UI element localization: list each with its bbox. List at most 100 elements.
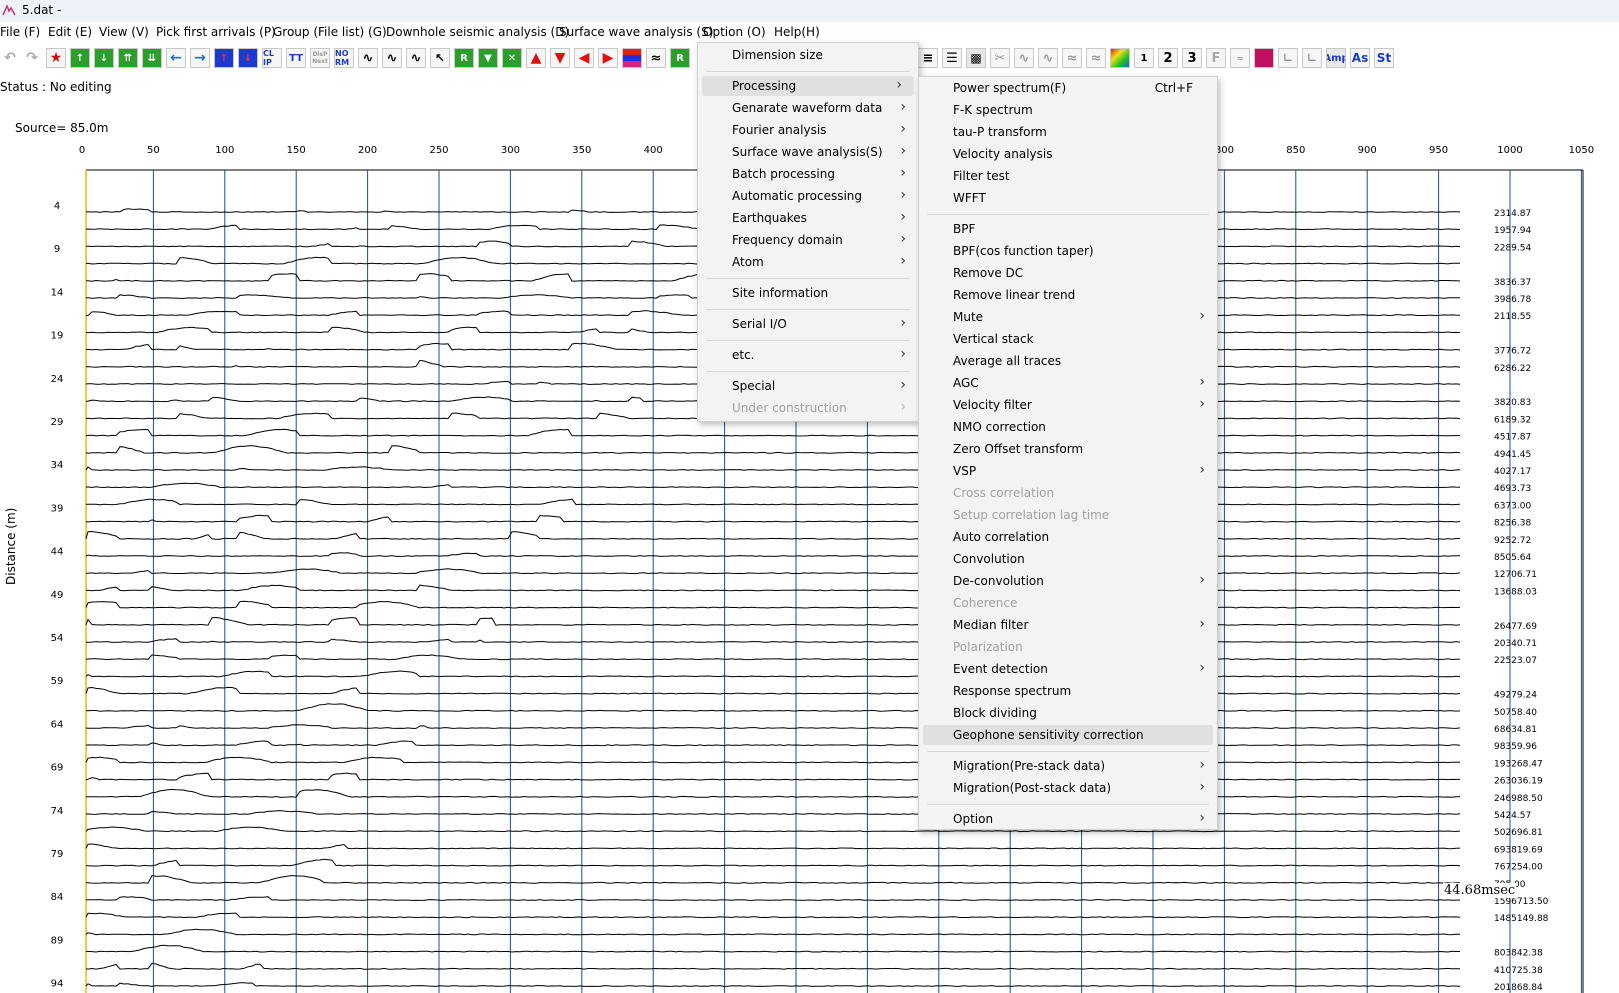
option-menu-item-earthquakes[interactable]: Earthquakes › <box>698 208 918 228</box>
menu-option[interactable]: Option (O) <box>703 25 766 39</box>
option-menu-item-serial-i-o[interactable]: Serial I/O › <box>698 314 918 334</box>
menu-view[interactable]: View (V) <box>99 25 149 39</box>
processing-item-bpf-cos-function-taper[interactable]: BPF(cos function taper) <box>919 241 1217 261</box>
wave-gray-icon-3[interactable]: ≈ <box>1062 48 1082 68</box>
processing-item-block-dividing[interactable]: Block dividing <box>919 703 1217 723</box>
tt-button[interactable]: TT <box>286 48 306 68</box>
wave-icon[interactable]: ∿ <box>358 48 378 68</box>
st-button[interactable]: St <box>1374 48 1394 68</box>
processing-item-convolution[interactable]: Convolution <box>919 549 1217 569</box>
option-menu-item-automatic-processing[interactable]: Automatic processing › <box>698 186 918 206</box>
processing-item-zero-offset-transform[interactable]: Zero Offset transform <box>919 439 1217 459</box>
lines-dark-icon[interactable]: ☰ <box>942 48 962 68</box>
red-down-icon[interactable]: ↓ <box>238 48 258 68</box>
processing-item-velocity-filter[interactable]: Velocity filter › <box>919 395 1217 415</box>
arrow-up-icon[interactable]: ↑ <box>70 48 90 68</box>
as-button[interactable]: As <box>1350 48 1370 68</box>
r-button-1[interactable]: R <box>454 48 474 68</box>
star-icon[interactable]: ★ <box>46 48 66 68</box>
processing-item-f-k-spectrum[interactable]: F-K spectrum <box>919 100 1217 120</box>
option-menu-item-special[interactable]: Special › <box>698 376 918 396</box>
processing-item-average-all-traces[interactable]: Average all traces <box>919 351 1217 371</box>
option-menu-item-fourier-analysis[interactable]: Fourier analysis › <box>698 120 918 140</box>
processing-item-remove-dc[interactable]: Remove DC <box>919 263 1217 283</box>
option-menu-item-etc[interactable]: etc. › <box>698 345 918 365</box>
processing-item-migration-pre-stack-data[interactable]: Migration(Pre-stack data) › <box>919 756 1217 776</box>
menu-help[interactable]: Help(H) <box>774 25 820 39</box>
color-bar-icon[interactable] <box>622 48 642 68</box>
processing-item-velocity-analysis[interactable]: Velocity analysis <box>919 144 1217 164</box>
processing-item-vertical-stack[interactable]: Vertical stack <box>919 329 1217 349</box>
button-1[interactable]: 1 <box>1134 48 1154 68</box>
norm-button[interactable]: NO RM <box>334 48 354 68</box>
option-menu-item-processing[interactable]: Processing › <box>702 76 914 96</box>
wave-line-icon[interactable]: ∿ <box>406 48 426 68</box>
hatch-icon[interactable]: ▩ <box>966 48 986 68</box>
processing-item-median-filter[interactable]: Median filter › <box>919 615 1217 635</box>
processing-item-tau-p-transform[interactable]: tau-P transform <box>919 122 1217 142</box>
option-menu-item-surface-wave-analysis-s[interactable]: Surface wave analysis(S) › <box>698 142 918 162</box>
processing-item-power-spectrum-f[interactable]: Power spectrum(F) Ctrl+F <box>919 78 1217 98</box>
button-3[interactable]: 3 <box>1182 48 1202 68</box>
menu-downhole[interactable]: Downhole seismic analysis (D) <box>386 25 569 39</box>
processing-item-filter-test[interactable]: Filter test <box>919 166 1217 186</box>
button-2[interactable]: 2 <box>1158 48 1178 68</box>
processing-item-option[interactable]: Option › <box>919 809 1217 829</box>
multi-wave-icon[interactable]: ≈ <box>646 48 666 68</box>
menu-pick-first-arrivals[interactable]: Pick first arrivals (P) <box>156 25 276 39</box>
arrow-down-icon[interactable]: ↓ <box>94 48 114 68</box>
processing-item-migration-post-stack-data[interactable]: Migration(Post-stack data) › <box>919 778 1217 798</box>
red-triangle-right-icon[interactable]: ▶ <box>598 48 618 68</box>
menu-surface-wave[interactable]: Surface wave analysis (S) <box>559 25 713 39</box>
red-triangle-up-icon[interactable]: ▲ <box>526 48 546 68</box>
clip-button[interactable]: CL IP <box>262 48 282 68</box>
processing-item-auto-correlation[interactable]: Auto correlation <box>919 527 1217 547</box>
wave-gray-icon-1[interactable]: ∿ <box>1014 48 1034 68</box>
option-menu-item-batch-processing[interactable]: Batch processing › <box>698 164 918 184</box>
processing-item-event-detection[interactable]: Event detection › <box>919 659 1217 679</box>
menu-file[interactable]: File (F) <box>0 25 40 39</box>
option-menu-item-atom[interactable]: Atom › <box>698 252 918 272</box>
r-button-2[interactable]: R <box>670 48 690 68</box>
processing-item-agc[interactable]: AGC › <box>919 373 1217 393</box>
double-down-icon[interactable]: ⇊ <box>142 48 162 68</box>
redo-icon[interactable]: ↷ <box>22 48 42 68</box>
processing-item-nmo-correction[interactable]: NMO correction <box>919 417 1217 437</box>
red-triangle-left-icon[interactable]: ◀ <box>574 48 594 68</box>
option-menu-item-frequency-domain[interactable]: Frequency domain › <box>698 230 918 250</box>
lines-icon[interactable]: ≡ <box>918 48 938 68</box>
wave-fill-icon[interactable]: ∿ <box>382 48 402 68</box>
red-triangle-down-icon[interactable]: ▼ <box>550 48 570 68</box>
green-x-icon[interactable]: ✕ <box>502 48 522 68</box>
processing-item-mute[interactable]: Mute › <box>919 307 1217 327</box>
red-up-icon[interactable]: ↑ <box>214 48 234 68</box>
processing-item-bpf[interactable]: BPF <box>919 219 1217 239</box>
option-menu-item-dimension-size[interactable]: Dimension size <box>698 45 918 65</box>
processing-item-vsp[interactable]: VSP › <box>919 461 1217 481</box>
menu-edit[interactable]: Edit (E) <box>48 25 92 39</box>
processing-item-de-convolution[interactable]: De-convolution › <box>919 571 1217 591</box>
curve-icon-2[interactable]: ∟ <box>1302 48 1322 68</box>
processing-item-response-spectrum[interactable]: Response spectrum <box>919 681 1217 701</box>
disp-next-button[interactable]: DisP Next <box>310 48 330 68</box>
color-palette-icon[interactable] <box>1110 48 1130 68</box>
button-f[interactable]: F <box>1206 48 1226 68</box>
menu-group[interactable]: Group (File list) (G) <box>273 25 387 39</box>
green-down-icon[interactable]: ▼ <box>478 48 498 68</box>
processing-item-remove-linear-trend[interactable]: Remove linear trend <box>919 285 1217 305</box>
spec-icon[interactable]: ≈ <box>1230 48 1250 68</box>
wave-gray-icon-2[interactable]: ∿ <box>1038 48 1058 68</box>
wave-gray-icon-4[interactable]: ≈ <box>1086 48 1106 68</box>
amp-button[interactable]: Amp <box>1326 48 1346 68</box>
option-menu-item-genarate-waveform-data[interactable]: Genarate waveform data › <box>698 98 918 118</box>
option-menu-item-site-information[interactable]: Site information <box>698 283 918 303</box>
undo-icon[interactable]: ↶ <box>0 48 20 68</box>
pointer-icon[interactable]: ↖ <box>430 48 450 68</box>
double-up-icon[interactable]: ⇈ <box>118 48 138 68</box>
arrow-left-icon[interactable]: ← <box>166 48 186 68</box>
processing-item-wfft[interactable]: WFFT <box>919 188 1217 208</box>
arrow-right-icon[interactable]: → <box>190 48 210 68</box>
processing-item-geophone-sensitivity-correction[interactable]: Geophone sensitivity correction <box>923 725 1213 745</box>
curve-icon-1[interactable]: ∟ <box>1278 48 1298 68</box>
scissors-icon[interactable]: ✂ <box>990 48 1010 68</box>
